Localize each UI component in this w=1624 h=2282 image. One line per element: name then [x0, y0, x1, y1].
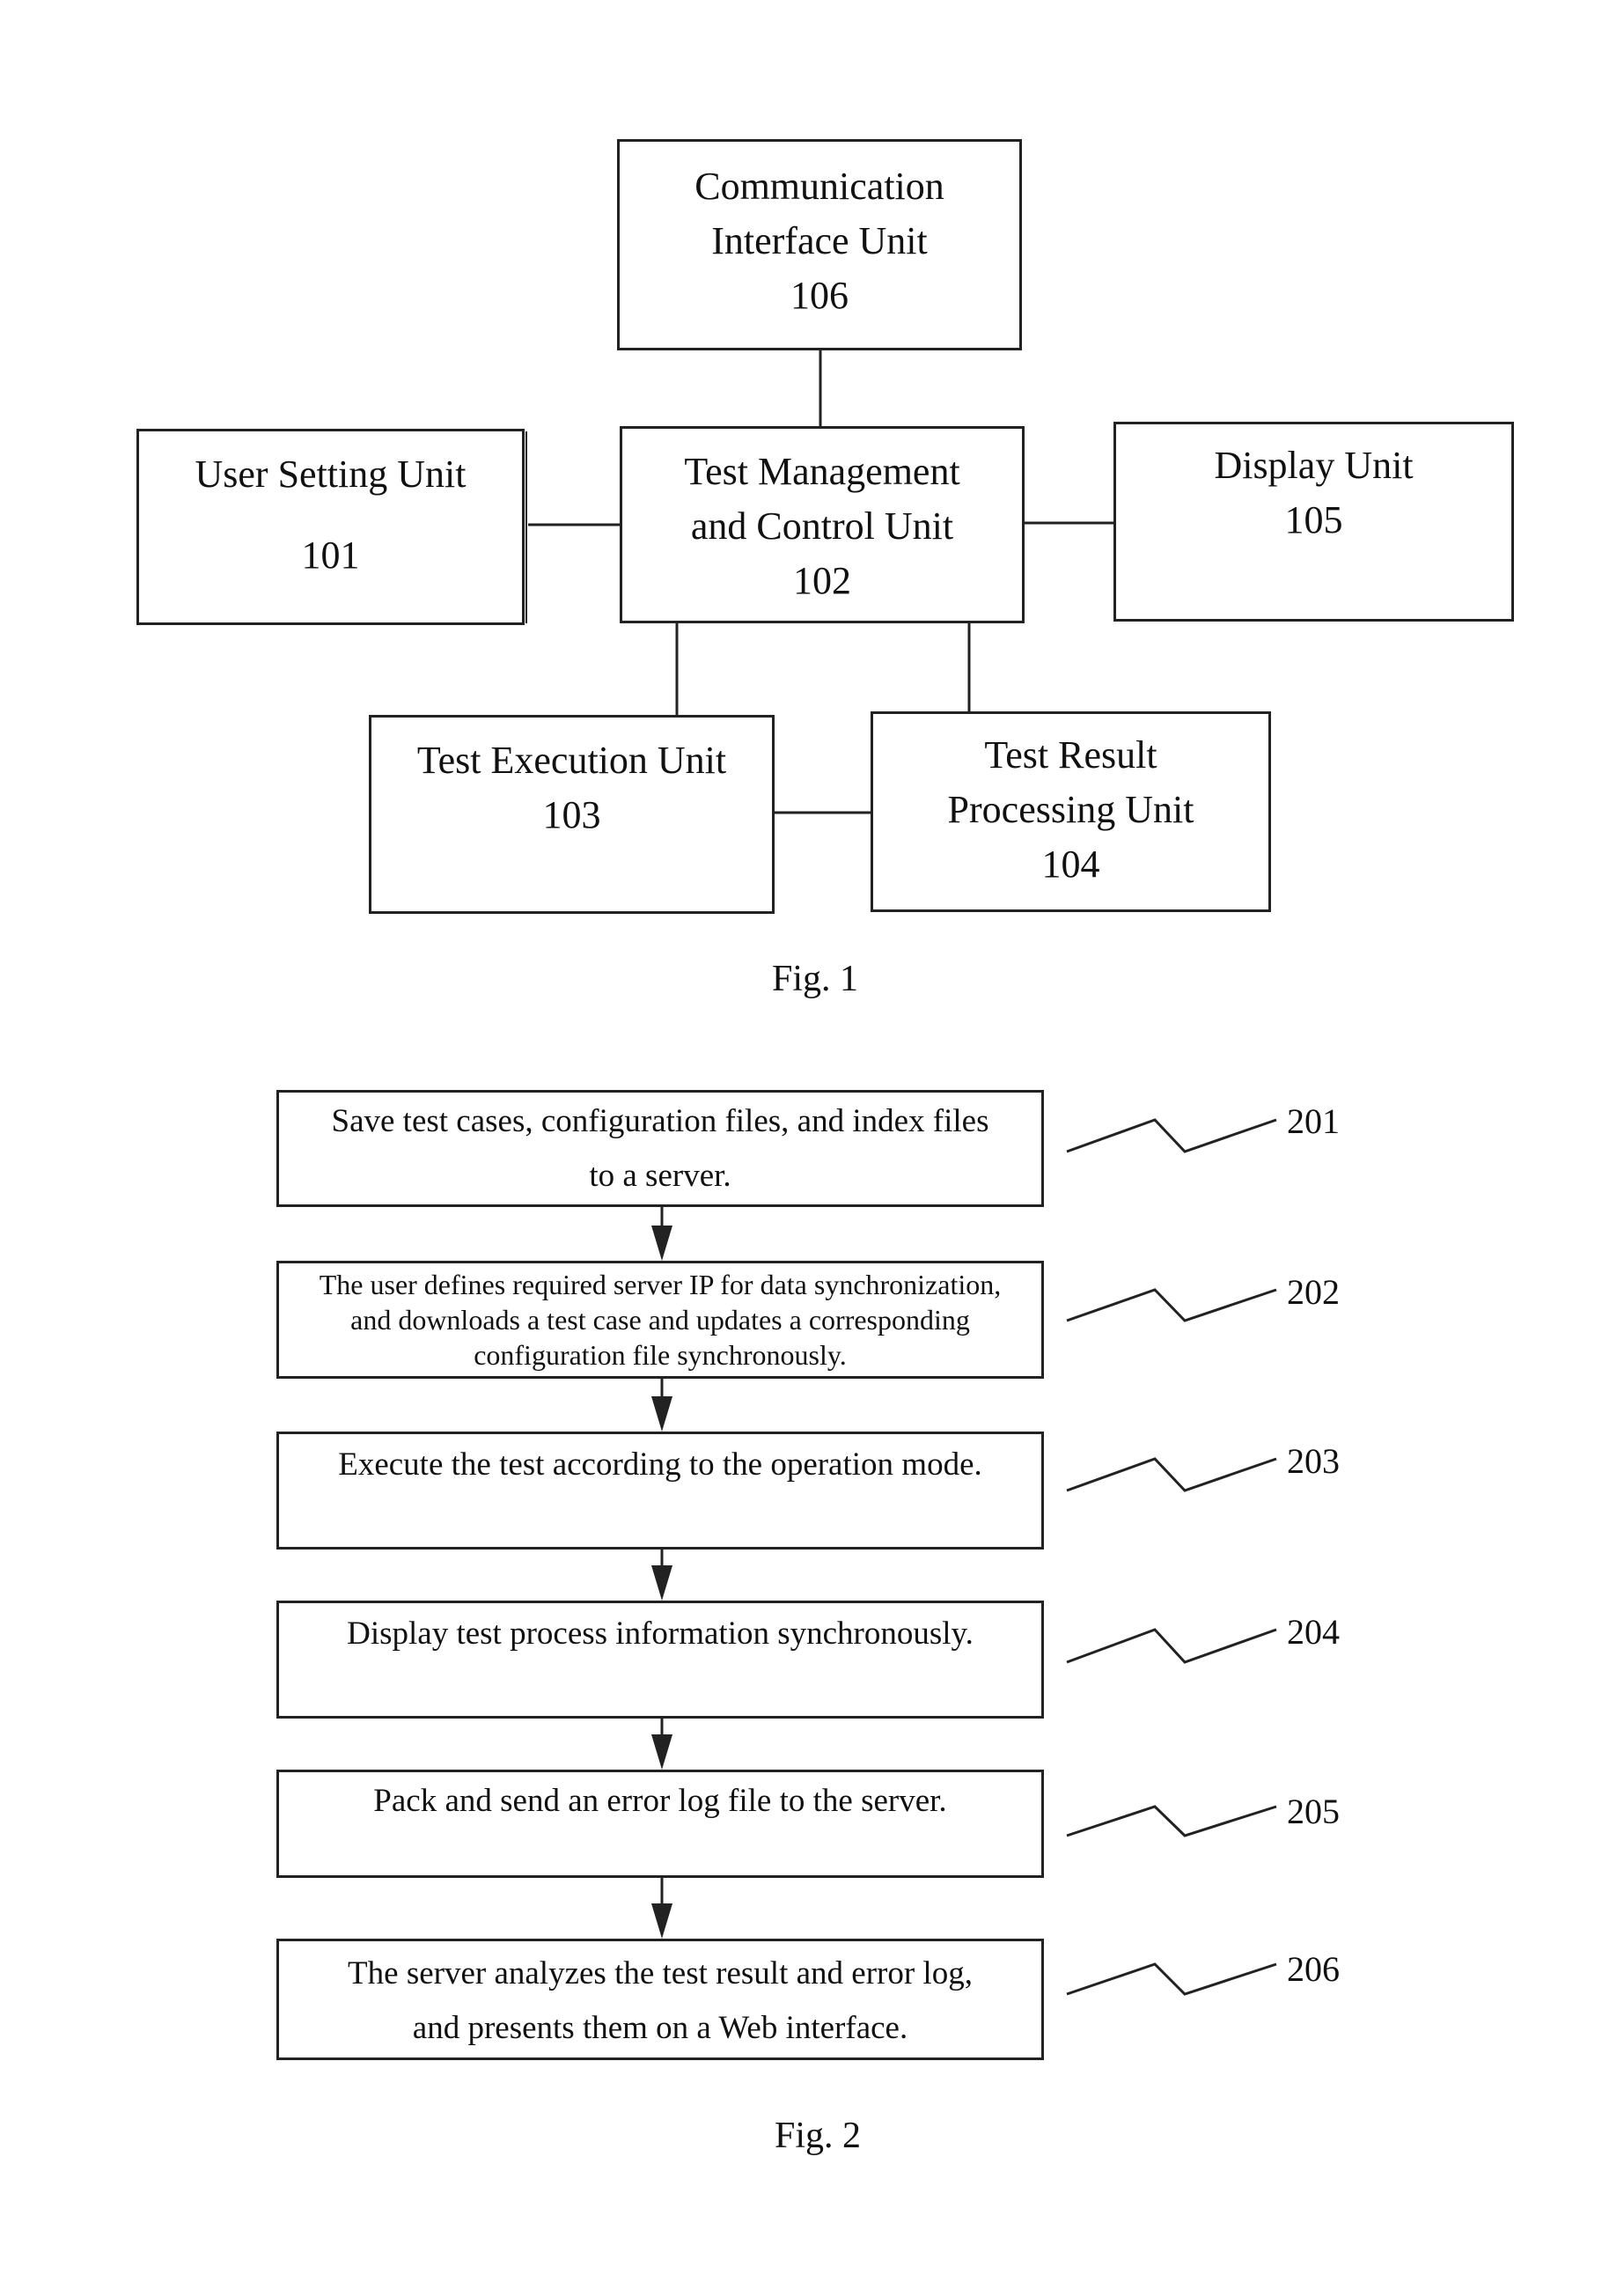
step-box-205: Pack and send an error log file to the s… — [276, 1770, 1044, 1878]
unit-105-number: 105 — [1284, 498, 1343, 541]
step-box-206: The server analyzes the test result and … — [276, 1939, 1044, 2060]
ref-zigzag-206 — [1066, 1962, 1277, 1996]
step-202-line-2: and downloads a test case and updates a … — [350, 1304, 970, 1336]
unit-101-line-1: User Setting Unit — [195, 453, 467, 496]
step-206-line-1: The server analyzes the test result and … — [348, 1955, 973, 1991]
ref-zigzag-201 — [1066, 1118, 1277, 1153]
arrowhead-206 — [651, 1903, 672, 1939]
step-box-201: Save test cases, configuration files, an… — [276, 1090, 1044, 1207]
unit-102-line-1: Test Management — [684, 450, 960, 493]
step-box-202: The user defines required server IP for … — [276, 1261, 1044, 1379]
arrowhead-203 — [651, 1396, 672, 1432]
step-ref-202: 202 — [1287, 1272, 1340, 1312]
step-201-line-2: to a server. — [589, 1158, 731, 1194]
figure-2-caption: Fig. 2 — [774, 2116, 862, 2156]
step-box-203: Execute the test according to the operat… — [276, 1432, 1044, 1550]
unit-box-104: Test Result Processing Unit 104 — [871, 711, 1271, 912]
step-202-line-1: The user defines required server IP for … — [319, 1269, 1002, 1300]
unit-102-line-2: and Control Unit — [690, 504, 954, 548]
ref-zigzag-205 — [1066, 1805, 1277, 1837]
unit-box-103: Test Execution Unit 103 — [369, 715, 775, 914]
unit-box-101: User Setting Unit 101 — [136, 429, 525, 625]
arrowhead-202 — [651, 1226, 672, 1261]
ref-zigzag-204 — [1066, 1628, 1277, 1664]
unit-105-line-1: Display Unit — [1214, 444, 1414, 487]
step-ref-205: 205 — [1287, 1792, 1340, 1831]
unit-101-spacer — [139, 502, 522, 528]
unit-103-number: 103 — [542, 793, 601, 836]
unit-box-106: Communication Interface Unit 106 — [617, 139, 1022, 350]
arrowhead-205 — [651, 1734, 672, 1770]
step-203-line-1: Execute the test according to the operat… — [338, 1446, 982, 1483]
unit-101-number: 101 — [301, 534, 360, 577]
ref-zigzag-202 — [1066, 1288, 1277, 1322]
unit-box-102: Test Management and Control Unit 102 — [620, 426, 1025, 623]
step-206-line-2: and presents them on a Web interface. — [412, 2010, 908, 2046]
step-204-line-1: Display test process information synchro… — [347, 1616, 974, 1652]
unit-103-line-1: Test Execution Unit — [416, 739, 727, 782]
step-ref-204: 204 — [1287, 1612, 1340, 1652]
unit-106-line-1: Communication — [694, 165, 944, 208]
step-205-line-1: Pack and send an error log file to the s… — [373, 1783, 947, 1819]
figure-1-caption: Fig. 1 — [771, 959, 859, 999]
unit-106-number: 106 — [790, 274, 849, 317]
step-ref-201: 201 — [1287, 1101, 1340, 1141]
unit-102-number: 102 — [793, 559, 851, 602]
step-box-204: Display test process information synchro… — [276, 1601, 1044, 1719]
unit-104-line-1: Test Result — [984, 733, 1157, 777]
step-201-line-1: Save test cases, configuration files, an… — [331, 1103, 989, 1139]
unit-106-line-2: Interface Unit — [711, 219, 928, 262]
unit-box-105: Display Unit 105 — [1113, 422, 1514, 622]
unit-104-line-2: Processing Unit — [947, 788, 1194, 831]
unit-104-number: 104 — [1041, 843, 1100, 886]
step-ref-206: 206 — [1287, 1949, 1340, 1989]
arrowhead-204 — [651, 1565, 672, 1601]
ref-zigzag-203 — [1066, 1457, 1277, 1492]
step-202-line-3: configuration file synchronously. — [474, 1339, 847, 1371]
step-ref-203: 203 — [1287, 1441, 1340, 1481]
